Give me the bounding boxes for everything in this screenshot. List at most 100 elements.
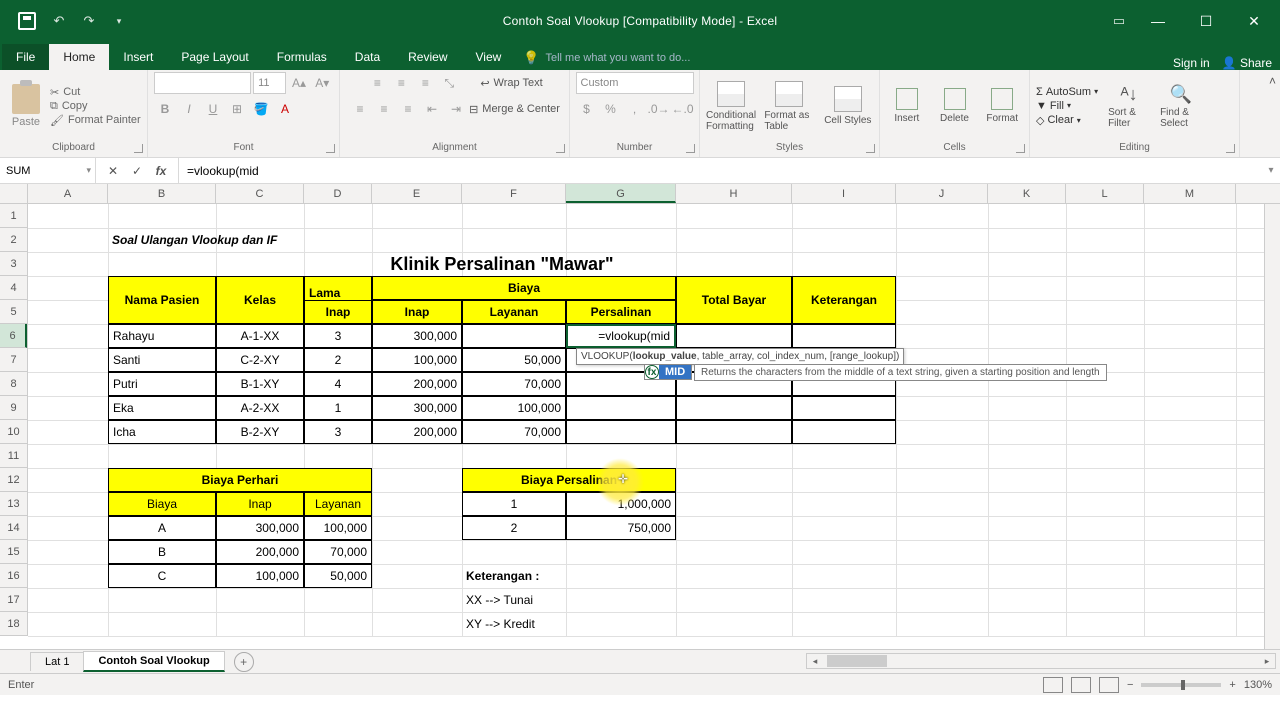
cell[interactable]: Klinik Persalinan "Mawar" [108,252,896,276]
tab-home[interactable]: Home [49,44,109,70]
cell[interactable]: Icha [108,420,216,444]
cell[interactable]: 1 [304,396,372,420]
zoom-slider[interactable] [1141,683,1221,687]
cell[interactable]: 1,000,000 [566,492,676,516]
row-header-9[interactable]: 9 [0,396,27,420]
tab-file[interactable]: File [2,44,49,70]
cell[interactable]: Kelas [216,276,304,324]
cell[interactable] [792,324,896,348]
cell[interactable]: Inap [372,300,462,324]
cell[interactable]: =vlookup(mid [566,324,676,348]
cell[interactable]: 300,000 [372,396,462,420]
column-header-J[interactable]: J [896,184,988,203]
cell[interactable]: Biaya [372,276,676,300]
expand-formula-bar-icon[interactable]: ▾ [1262,165,1280,176]
cell[interactable]: 200,000 [372,420,462,444]
find-select-button[interactable]: 🔍Find & Select [1160,84,1202,129]
row-header-4[interactable]: 4 [0,276,27,300]
cell[interactable]: Eka [108,396,216,420]
copy-button[interactable]: ⧉Copy [50,100,141,113]
cell[interactable]: C [108,564,216,588]
cell[interactable]: Keterangan [792,276,896,324]
insert-cells-button[interactable]: Insert [886,88,928,124]
page-break-view-icon[interactable] [1099,677,1119,693]
align-left-icon[interactable]: ≡ [349,98,371,120]
row-header-10[interactable]: 10 [0,420,27,444]
cell[interactable]: 100,000 [304,516,372,540]
cell[interactable]: 4 [304,372,372,396]
cell[interactable]: 200,000 [216,540,304,564]
cell[interactable] [676,324,792,348]
scroll-left-icon[interactable]: ◂ [807,656,823,667]
cell[interactable]: Nama Pasien [108,276,216,324]
row-header-7[interactable]: 7 [0,348,27,372]
merge-center-button[interactable]: ⊟Merge & Center [469,98,560,120]
collapse-ribbon-icon[interactable]: ˄ [1269,74,1276,88]
cell[interactable] [566,420,676,444]
italic-button[interactable]: I [178,98,200,120]
increase-indent-icon[interactable]: ⇥ [445,98,467,120]
cell[interactable] [676,420,792,444]
cell[interactable]: 300,000 [216,516,304,540]
font-color-button[interactable]: A [274,98,296,120]
tab-data[interactable]: Data [341,44,394,70]
cell[interactable]: Inap [216,492,304,516]
align-middle-icon[interactable]: ≡ [390,72,412,94]
percent-format-icon[interactable]: % [600,98,622,120]
cell[interactable]: Persalinan [566,300,676,324]
vertical-scrollbar[interactable] [1264,204,1280,649]
cell[interactable]: Biaya Perhari [108,468,372,492]
spreadsheet-grid[interactable]: ABCDEFGHIJKLM 12345678910111213141516171… [0,184,1280,649]
decrease-decimal-icon[interactable]: ←.0 [672,98,694,120]
cell[interactable]: 50,000 [462,348,566,372]
cell[interactable]: A-1-XX [216,324,304,348]
cell[interactable]: Biaya [108,492,216,516]
row-header-17[interactable]: 17 [0,588,27,612]
sign-in-link[interactable]: Sign in [1173,56,1210,70]
row-header-2[interactable]: 2 [0,228,27,252]
cell[interactable]: 750,000 [566,516,676,540]
cell-styles-button[interactable]: Cell Styles [823,86,873,126]
tab-formulas[interactable]: Formulas [263,44,341,70]
orientation-icon[interactable]: ⤡ [438,72,460,94]
decrease-font-icon[interactable]: A▾ [312,72,333,94]
maximize-button[interactable]: ☐ [1186,6,1226,36]
column-header-A[interactable]: A [28,184,108,203]
share-button[interactable]: 👤 Share [1222,56,1272,70]
column-header-G[interactable]: G [566,184,676,203]
increase-decimal-icon[interactable]: .0→ [648,98,670,120]
cell[interactable] [792,420,896,444]
format-painter-button[interactable]: 🖌Format Painter [50,114,141,127]
row-header-3[interactable]: 3 [0,252,27,276]
cell[interactable]: 3 [304,324,372,348]
tab-page-layout[interactable]: Page Layout [167,44,262,70]
column-header-C[interactable]: C [216,184,304,203]
name-box[interactable]: SUM [0,158,96,183]
cell[interactable] [566,396,676,420]
cell[interactable]: Rahayu [108,324,216,348]
cell[interactable]: Soal Ulangan Vlookup dan IF [108,228,372,252]
cell[interactable]: Layanan [304,492,372,516]
column-header-L[interactable]: L [1066,184,1144,203]
cell[interactable]: 100,000 [216,564,304,588]
sheet-tab-lat1[interactable]: Lat 1 [30,652,84,671]
wrap-text-button[interactable]: ↩Wrap Text [480,72,542,94]
cell[interactable]: 100,000 [372,348,462,372]
cell[interactable]: 2 [462,516,566,540]
comma-format-icon[interactable]: , [624,98,646,120]
cell[interactable]: Total Bayar [676,276,792,324]
cell[interactable]: 70,000 [304,540,372,564]
cell[interactable]: B-1-XY [216,372,304,396]
function-autocomplete[interactable]: fxMID [644,364,692,380]
row-header-14[interactable]: 14 [0,516,27,540]
accounting-format-icon[interactable]: $ [576,98,598,120]
column-header-E[interactable]: E [372,184,462,203]
cell[interactable]: Keterangan : [462,564,676,588]
cell[interactable]: A-2-XX [216,396,304,420]
column-header-I[interactable]: I [792,184,896,203]
format-as-table-button[interactable]: Format as Table [764,81,814,132]
align-center-icon[interactable]: ≡ [373,98,395,120]
cell[interactable]: 3 [304,420,372,444]
column-header-H[interactable]: H [676,184,792,203]
row-header-8[interactable]: 8 [0,372,27,396]
